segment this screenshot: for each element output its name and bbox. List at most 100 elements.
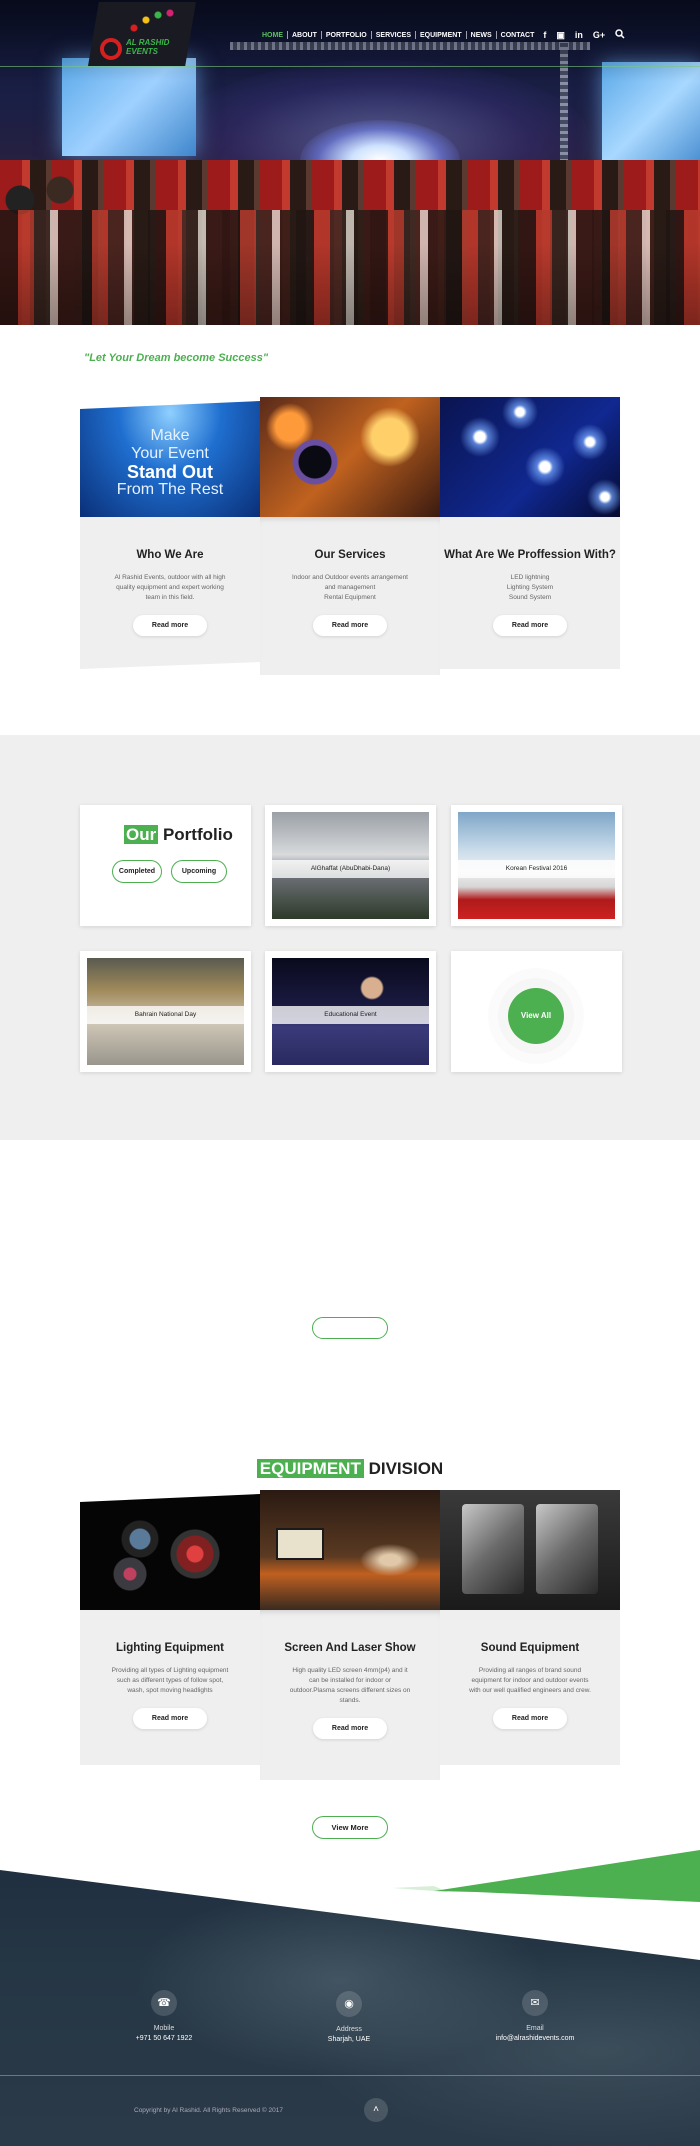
desc-line: Providing all ranges of brand sound: [478, 1667, 582, 1674]
card-desc: High quality LED screen 4mm(p4) and it c…: [282, 1666, 418, 1706]
desc-line: High quality LED screen 4mm(p4) and it: [292, 1667, 408, 1674]
speaker-graphic: [462, 1504, 524, 1594]
filter-upcoming[interactable]: Upcoming: [171, 860, 227, 883]
portfolio-caption: AlGhaffat (AbuDhabi-Dana): [272, 860, 429, 878]
site-logo[interactable]: AL RASHID EVENTS: [88, 2, 196, 66]
portfolio-photo: Educational Event: [272, 958, 429, 1065]
phone-icon: ☎: [151, 1990, 177, 2016]
card-body: Sound Equipment Providing all ranges of …: [440, 1610, 620, 1765]
card-body: Lighting Equipment Providing all types o…: [80, 1610, 260, 1765]
back-to-top-icon[interactable]: ˄: [364, 2098, 388, 2122]
desc-line: Providing all types of Lighting equipmen…: [111, 1667, 229, 1674]
envelope-icon: ✉: [522, 1990, 548, 2016]
instagram-icon[interactable]: ▣: [551, 30, 570, 41]
portfolio-section: Our Portfolio Completed Upcoming AlGhaff…: [0, 735, 700, 1140]
title-highlight: Our: [124, 825, 159, 844]
portfolio-item[interactable]: Bahrain National Day: [80, 951, 251, 1072]
title-rest: DIVISION: [363, 1459, 444, 1478]
title-highlight: EQUIPMENT: [256, 1459, 364, 1478]
google-plus-icon[interactable]: G+: [588, 30, 610, 40]
view-all-button[interactable]: View All: [508, 988, 564, 1044]
banner-line: Your Event: [131, 445, 209, 462]
card-title: Lighting Equipment: [116, 1642, 224, 1654]
card-body: Screen And Laser Show High quality LED s…: [260, 1610, 440, 1780]
header-divider: [0, 66, 700, 67]
filter-completed[interactable]: Completed: [112, 860, 162, 883]
nav-portfolio[interactable]: PORTFOLIO: [322, 32, 371, 39]
search-icon[interactable]: [610, 29, 630, 41]
portfolio-item[interactable]: AlGhaffat (AbuDhabi-Dana): [265, 805, 436, 926]
portfolio-caption: Educational Event: [272, 1006, 429, 1024]
read-more-button[interactable]: Read more: [133, 615, 207, 636]
desc-line: can be installed for indoor or: [308, 1677, 392, 1684]
contact-label: Address: [336, 2026, 362, 2033]
desc-line: Indoor and Outdoor events arrangement: [292, 574, 408, 581]
desc-line: Al Rashid Events, outdoor with all high: [114, 574, 226, 581]
banner-line: From The Rest: [116, 481, 224, 498]
portfolio-item[interactable]: Korean Festival 2016: [451, 805, 622, 926]
portfolio-photo: Korean Festival 2016: [458, 812, 615, 919]
title-rest: Portfolio: [158, 825, 233, 844]
outdoor-screen-image: [260, 1490, 440, 1610]
desc-line: team in this field.: [145, 594, 195, 601]
card-desc: Indoor and Outdoor events arrangement an…: [282, 573, 418, 603]
card-desc: Providing all ranges of brand sound equi…: [462, 1666, 598, 1696]
card-title: Screen And Laser Show: [284, 1642, 416, 1654]
banner-image: Make Your Event Stand Out From The Rest: [80, 401, 260, 517]
read-more-button[interactable]: Read more: [313, 615, 387, 636]
portfolio-caption: Bahrain National Day: [87, 1006, 244, 1024]
logo-dots-icon: [124, 8, 184, 38]
main-nav: HOME ABOUT PORTFOLIO SERVICES EQUIPMENT …: [258, 28, 630, 42]
card-body: What Are We Proffession With? LED lightn…: [440, 517, 620, 669]
nav-news[interactable]: NEWS: [467, 32, 496, 39]
card-body: Who We Are Al Rashid Events, outdoor wit…: [80, 517, 260, 669]
read-more-button[interactable]: Read more: [133, 1708, 207, 1729]
blank-outline-button[interactable]: [312, 1317, 388, 1339]
copyright: Copyright by Al Rashid. All Rights Reser…: [134, 2107, 283, 2114]
led-screen-graphic: [276, 1528, 324, 1560]
desc-line: outdoor.Plasma screens different sizes o…: [289, 1687, 411, 1694]
contact-value[interactable]: info@alrashidevents.com: [475, 2034, 595, 2044]
logo-text: AL RASHID EVENTS: [126, 38, 170, 56]
desc-line: Rental Equipment: [324, 594, 376, 601]
view-more-button[interactable]: View More: [312, 1816, 388, 1839]
portfolio-title-card: Our Portfolio Completed Upcoming: [80, 805, 251, 926]
moving-head-lights-image: [80, 1494, 260, 1610]
card-title: What Are We Proffession With?: [444, 549, 616, 561]
portfolio-caption: Korean Festival 2016: [458, 860, 615, 878]
desc-line: quality equipment and expert working: [116, 584, 224, 591]
nav-equipment[interactable]: EQUIPMENT: [416, 32, 466, 39]
desc-line: stands.: [339, 1697, 361, 1704]
portfolio-photo: AlGhaffat (AbuDhabi-Dana): [272, 812, 429, 919]
nav-contact[interactable]: CONTACT: [497, 32, 539, 39]
banner-line: Stand Out: [127, 462, 213, 482]
camera-lens-image: [260, 397, 440, 517]
card-title: Our Services: [314, 549, 386, 561]
stage-lights-image: [440, 397, 620, 517]
card-desc: LED lightning Lighting System Sound Syst…: [462, 573, 598, 603]
contact-address: ◉ Address Sharjah, UAE: [289, 1991, 409, 2045]
facebook-icon[interactable]: f: [538, 30, 551, 40]
contact-label: Email: [526, 2025, 544, 2032]
portfolio-item[interactable]: Educational Event: [265, 951, 436, 1072]
linkedin-icon[interactable]: in: [570, 30, 588, 40]
desc-line: Sound System: [508, 594, 552, 601]
read-more-button[interactable]: Read more: [313, 1718, 387, 1739]
view-all-card: View All: [451, 951, 622, 1072]
contact-value[interactable]: +971 50 647 1922: [104, 2034, 224, 2044]
nav-home[interactable]: HOME: [258, 32, 287, 39]
desc-line: LED lightning: [510, 574, 550, 581]
read-more-button[interactable]: Read more: [493, 1708, 567, 1729]
speakers-image: [440, 1490, 620, 1610]
read-more-button[interactable]: Read more: [493, 615, 567, 636]
card-desc: Al Rashid Events, outdoor with all high …: [102, 573, 238, 603]
nav-about[interactable]: ABOUT: [288, 32, 321, 39]
desc-line: and management: [324, 584, 376, 591]
desc-line: wash, spot moving headlights: [127, 1687, 213, 1694]
equipment-cards: Lighting Equipment Providing all types o…: [80, 1490, 620, 1780]
card-title: Who We Are: [136, 549, 204, 561]
card-title: Sound Equipment: [480, 1642, 580, 1654]
desc-line: with our well qualified engineers and cr…: [469, 1687, 591, 1694]
nav-services[interactable]: SERVICES: [372, 32, 415, 39]
banner-line: Make: [150, 427, 190, 444]
